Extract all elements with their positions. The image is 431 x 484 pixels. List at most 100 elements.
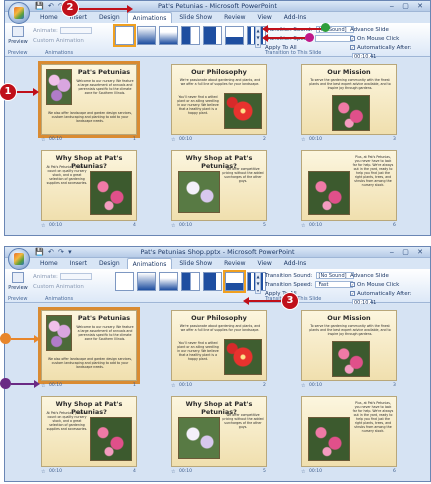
tab-design[interactable]: Design <box>94 258 125 269</box>
slide-body: To serve the gardening community with th… <box>309 78 391 90</box>
slide-photo <box>46 315 72 351</box>
slide-thumbnail-2[interactable]: Our Philosophy We're passionate about ga… <box>171 310 267 381</box>
transition-push-thumb[interactable] <box>223 270 246 293</box>
slide-number: 4 <box>133 469 136 474</box>
slide-photo <box>332 95 370 131</box>
slide-photo <box>46 69 72 105</box>
tab-review[interactable]: Review <box>219 12 250 23</box>
tab-add-ins[interactable]: Add-Ins <box>279 258 311 269</box>
tab-slide-show[interactable]: Slide Show <box>174 258 217 269</box>
slide-thumbnail-1[interactable]: Pat's Petunias Welcome to our nursery. W… <box>38 307 140 384</box>
transition-star-icon: ☆ <box>41 383 46 389</box>
tab-slide-show[interactable]: Slide Show <box>174 12 217 23</box>
transition-star-icon: ☆ <box>171 137 176 143</box>
slide-title: Our Mission <box>327 68 371 76</box>
transition-fade-thumb[interactable] <box>137 272 156 291</box>
tab-home[interactable]: Home <box>35 258 63 269</box>
tab-insert[interactable]: Insert <box>65 258 92 269</box>
transition-star-icon: ☆ <box>301 223 306 229</box>
transition-wipe-thumb[interactable] <box>203 26 222 45</box>
transition-star-icon: ☆ <box>301 137 306 143</box>
slide-body: At Pat's Petunias, you can count on qual… <box>46 411 88 431</box>
transition-cut-thumb[interactable] <box>181 26 200 45</box>
transition-speed-dropdown[interactable]: Fast <box>315 281 354 288</box>
ribbon-tabs: Home Insert Design Animations Slide Show… <box>35 12 311 23</box>
office-button[interactable] <box>8 2 30 24</box>
slide-thumbnail-2[interactable]: Our Philosophy We're passionate about ga… <box>171 64 267 135</box>
transition-push-thumb[interactable] <box>225 26 244 45</box>
slide-timing: 00:10 <box>179 383 192 388</box>
transition-fade-through-black-thumb[interactable] <box>159 272 178 291</box>
slide-thumbnail-4[interactable]: Why Shop at Pat's Petunias? At Pat's Pet… <box>41 150 137 221</box>
slide-number: 2 <box>263 383 266 388</box>
slide-number: 5 <box>263 469 266 474</box>
transition-star-icon: ☆ <box>171 383 176 389</box>
transition-none-thumb[interactable] <box>115 272 134 291</box>
slide-thumbnail-3[interactable]: Our Mission To serve the gardening commu… <box>301 310 397 381</box>
office-button[interactable] <box>8 248 30 270</box>
on-mouse-click-checkbox[interactable]: ✓ <box>350 36 355 41</box>
custom-animation-button[interactable]: Custom Animation <box>33 282 92 292</box>
slide-timing: 00:10 <box>309 223 322 228</box>
preview-button[interactable]: Preview <box>8 272 28 296</box>
transition-fade-thumb[interactable] <box>137 26 156 45</box>
slide-timing: 00:10 <box>179 223 192 228</box>
tab-view[interactable]: View <box>253 258 277 269</box>
slide-title: Pat's Petunias <box>77 68 131 76</box>
slide-body-2: You'll never find a wilted plant or an a… <box>177 95 219 115</box>
slide-number: 1 <box>133 383 136 388</box>
ribbon: Preview Animate: Custom Animation ▲ ▼ ▾ Tr… <box>5 269 430 306</box>
custom-animation-button[interactable]: Custom Animation <box>33 36 92 46</box>
tab-animations[interactable]: Animations <box>126 12 173 23</box>
tab-review[interactable]: Review <box>219 258 250 269</box>
slide-body: We're passionate about gardening and pla… <box>179 78 261 86</box>
animate-dropdown[interactable] <box>59 273 92 280</box>
callout-magenta-dot <box>305 33 314 42</box>
slide-photo <box>308 417 350 461</box>
preview-group-label: Preview <box>8 50 28 56</box>
preview-button[interactable]: Preview <box>8 26 28 50</box>
gallery-scroll[interactable]: ▲ ▼ ▾ <box>255 26 261 48</box>
transition-sound-dropdown[interactable]: [No Sound] <box>315 272 354 279</box>
window-controls[interactable]: ‒ ▢ ✕ <box>390 248 426 256</box>
transition-none-thumb[interactable] <box>113 24 136 47</box>
transition-cut-thumb[interactable] <box>181 272 200 291</box>
on-mouse-click-checkbox[interactable]: ✓ <box>350 282 355 287</box>
slide-thumbnail-5[interactable]: Why Shop at Pat's Petunias? We offer com… <box>171 150 267 221</box>
slide-thumbnail-3[interactable]: Our Mission To serve the gardening commu… <box>301 64 397 135</box>
slide-thumbnail-4[interactable]: Why Shop at Pat's Petunias? At Pat's Pet… <box>41 396 137 467</box>
tab-animations[interactable]: Animations <box>126 258 173 269</box>
slide-thumbnail-1[interactable]: Pat's Petunias Welcome to our nursery. W… <box>38 61 140 138</box>
gallery-scroll[interactable]: ▲ ▼ ▾ <box>255 272 261 294</box>
advance-slide-label: Advance Slide <box>350 273 389 279</box>
callout-1-arrow <box>16 88 39 96</box>
transition-star-icon: ☆ <box>41 469 46 475</box>
slide-sorter: Pat's Petunias Welcome to our nursery. W… <box>5 58 430 235</box>
slide-thumbnail-6[interactable]: Plus, at Pat's Petunias, you never have … <box>301 150 397 221</box>
tab-home[interactable]: Home <box>35 12 63 23</box>
powerpoint-window-bottom: 💾 ↶ ↷ ▾ Pat's Petunias Shop.pptx - Micro… <box>4 246 431 482</box>
slide-photo <box>178 417 220 459</box>
transition-speed-dropdown[interactable] <box>315 35 354 42</box>
slide-thumbnail-5[interactable]: Why Shop at Pat's Petunias? We offer com… <box>171 396 267 467</box>
auto-after-checkbox[interactable]: ✓ <box>350 291 355 296</box>
slide-timing: 00:10 <box>179 137 192 142</box>
office-logo-icon <box>14 253 24 265</box>
animate-dropdown[interactable] <box>59 27 92 34</box>
tab-add-ins[interactable]: Add-Ins <box>279 12 311 23</box>
auto-after-checkbox[interactable]: ✓ <box>350 45 355 50</box>
advance-slide-label: Advance Slide <box>350 27 389 33</box>
window-controls[interactable]: ‒ ▢ ✕ <box>390 2 426 10</box>
advance-slide-options: Advance Slide ✓ On Mouse Click ✓ Automatic… <box>350 272 430 308</box>
tab-design[interactable]: Design <box>94 12 125 23</box>
callout-1: 1 <box>0 84 16 100</box>
slide-photo <box>308 171 350 215</box>
transition-star-icon: ☆ <box>301 469 306 475</box>
transition-fade-through-black-thumb[interactable] <box>159 26 178 45</box>
ribbon: Preview Animate: Custom Animation ▲ ▼ ▾ Tr… <box>5 23 430 60</box>
slide-sorter: Pat's Petunias Welcome to our nursery. W… <box>5 304 430 481</box>
slide-thumbnail-6[interactable]: Plus, at Pat's Petunias, you never have … <box>301 396 397 467</box>
animations-group-label: Animations <box>45 50 74 56</box>
transition-wipe-thumb[interactable] <box>203 272 222 291</box>
tab-view[interactable]: View <box>253 12 277 23</box>
